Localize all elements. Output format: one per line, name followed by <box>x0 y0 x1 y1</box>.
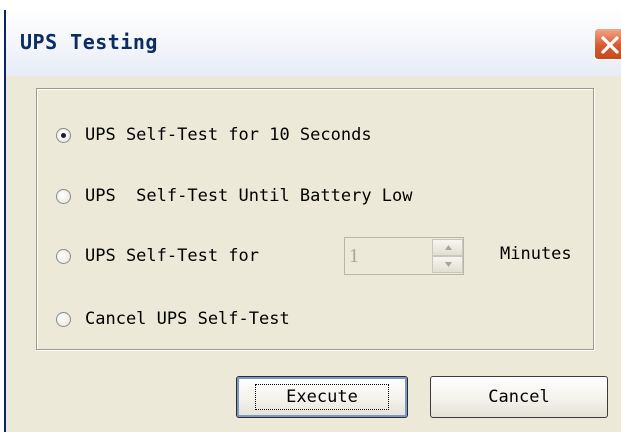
radio-label: UPS Self-Test for <box>85 246 259 266</box>
radio-option-cancel-test[interactable]: Cancel UPS Self-Test <box>56 306 290 332</box>
radio-option-until-battery-low[interactable]: UPS Self-Test Until Battery Low <box>56 183 413 209</box>
arrow-down-icon <box>445 262 452 267</box>
close-icon <box>601 36 619 54</box>
window-title: UPS Testing <box>20 30 158 54</box>
radio-label: Cancel UPS Self-Test <box>85 309 290 329</box>
cancel-button[interactable]: Cancel <box>430 376 608 418</box>
spin-up-button[interactable] <box>432 239 463 256</box>
radio-button[interactable] <box>56 311 71 327</box>
title-bar[interactable]: UPS Testing <box>6 10 621 76</box>
radio-option-minutes[interactable]: UPS Self-Test for <box>56 243 259 269</box>
radio-button[interactable] <box>56 127 71 143</box>
minutes-label: Minutes <box>500 244 572 264</box>
minutes-spinner[interactable] <box>344 237 464 275</box>
execute-button-label: Execute <box>255 384 389 410</box>
execute-button[interactable]: Execute <box>236 376 408 418</box>
radio-button[interactable] <box>56 248 71 264</box>
cancel-button-label: Cancel <box>488 387 550 407</box>
minutes-input[interactable] <box>345 238 431 274</box>
spin-down-button[interactable] <box>432 256 463 273</box>
radio-option-10-seconds[interactable]: UPS Self-Test for 10 Seconds <box>56 122 372 148</box>
arrow-up-icon <box>445 245 452 250</box>
radio-button[interactable] <box>56 188 71 204</box>
radio-label: UPS Self-Test for 10 Seconds <box>85 125 372 145</box>
radio-label: UPS Self-Test Until Battery Low <box>85 186 413 206</box>
close-button[interactable] <box>594 28 621 60</box>
